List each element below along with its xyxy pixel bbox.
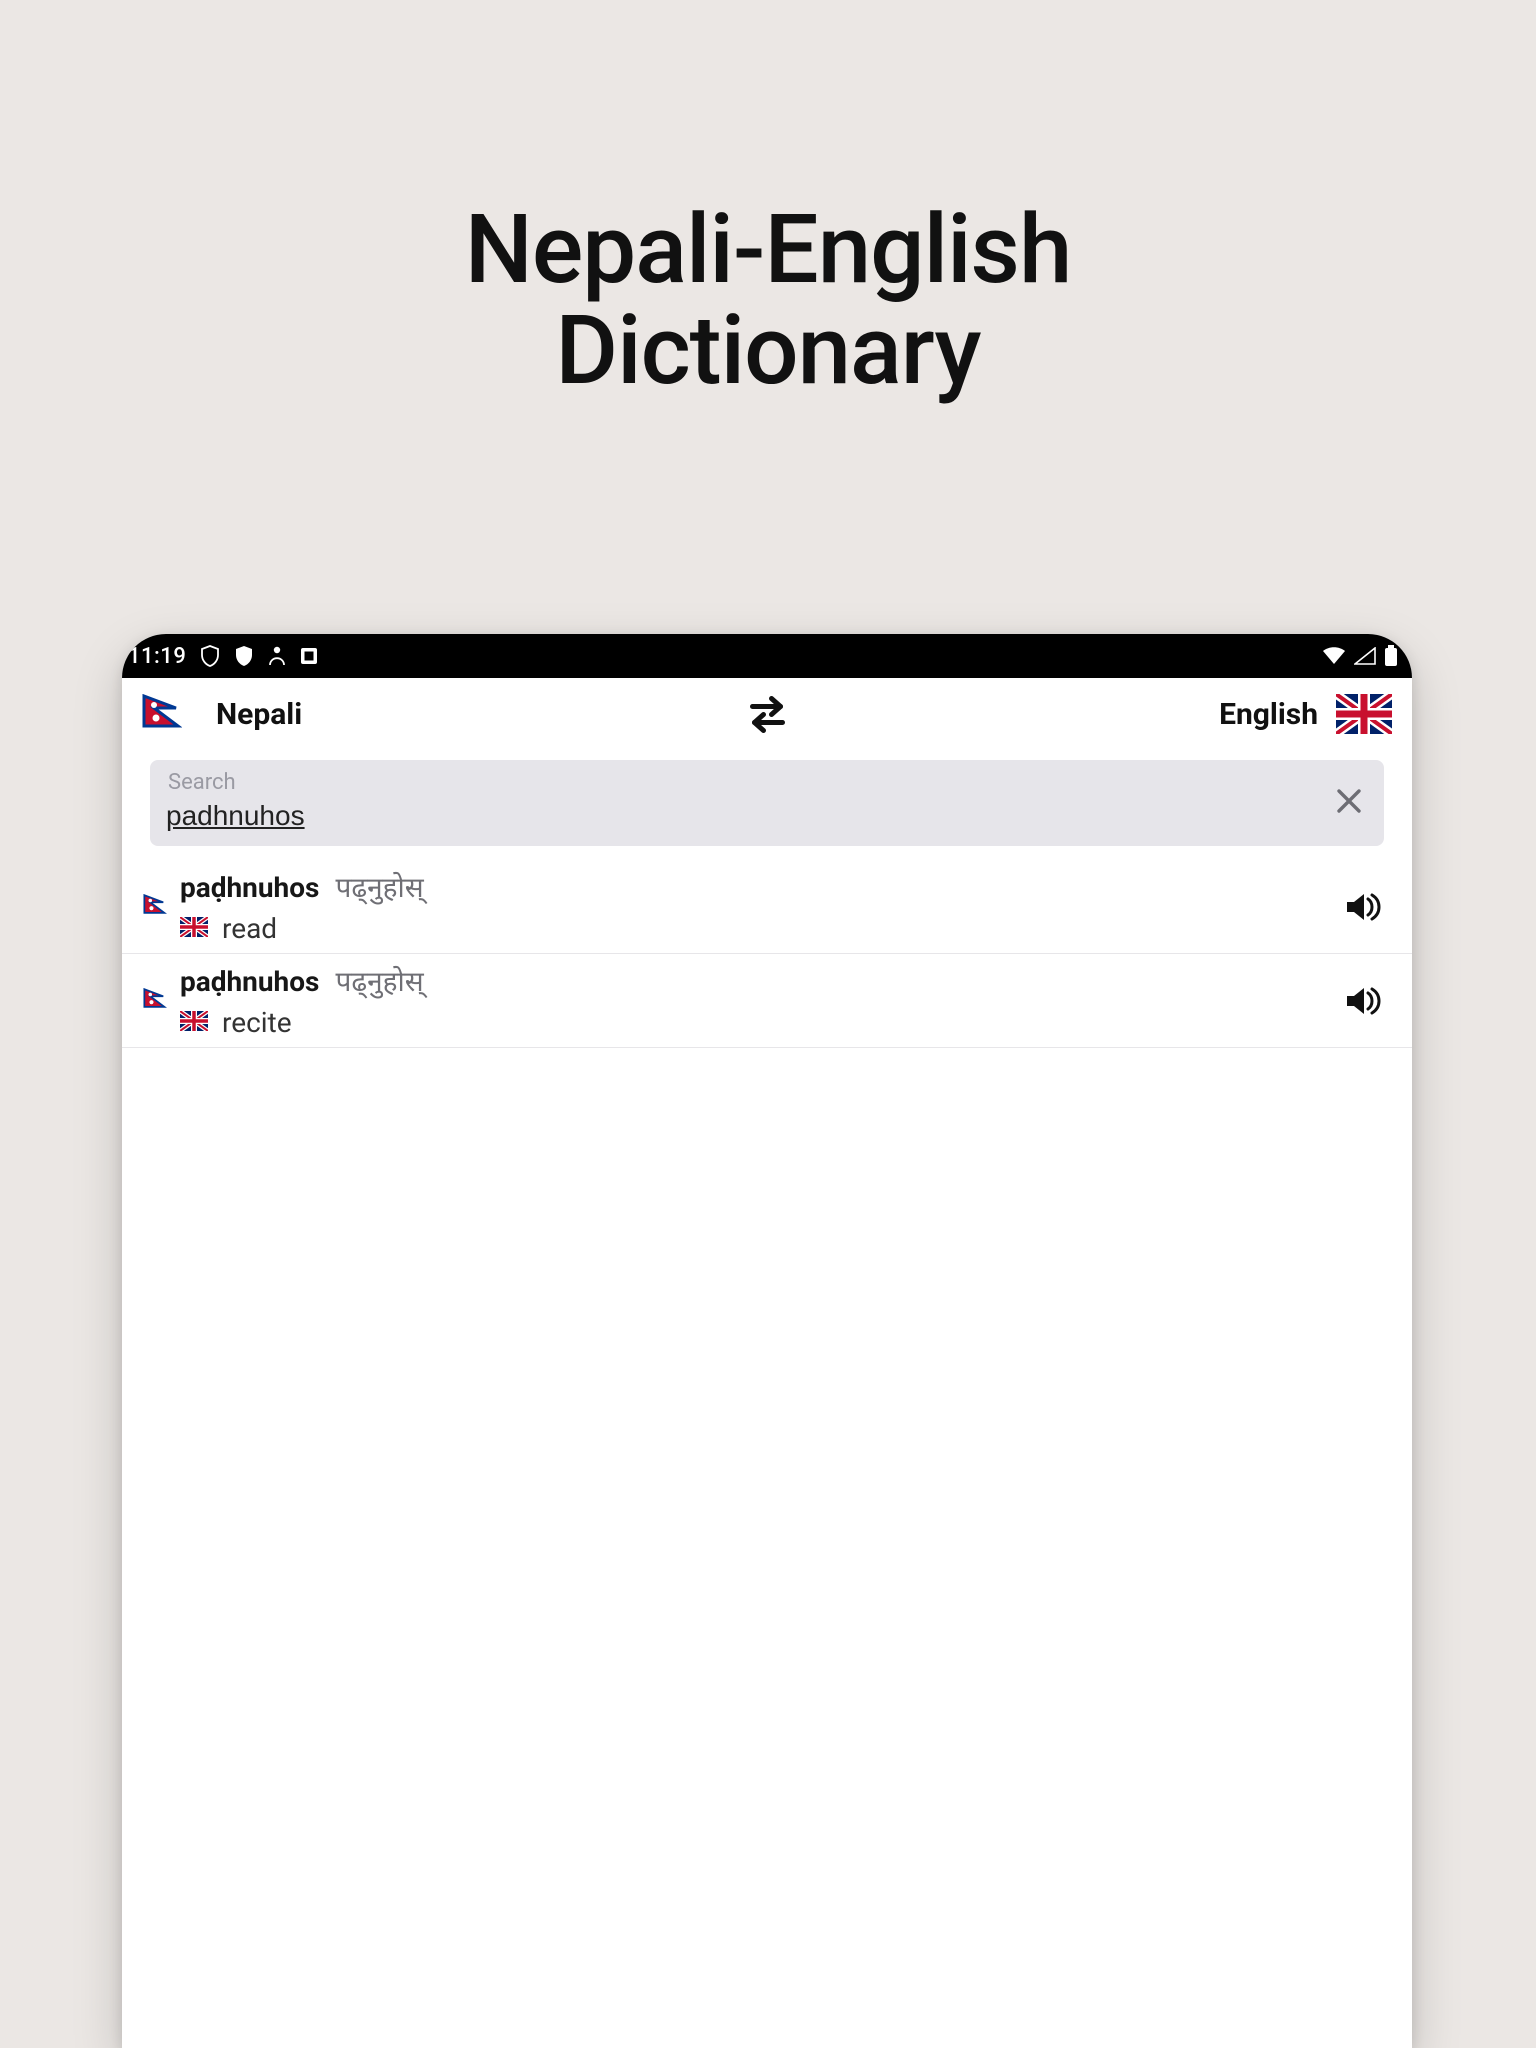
status-person-icon — [268, 645, 286, 667]
result-devanagari: पढ्नुहोस् — [335, 868, 423, 906]
device-frame: 11:19 — [122, 634, 1412, 2048]
result-devanagari: पढ्नुहोस् — [335, 962, 423, 1000]
status-battery-icon — [1384, 645, 1398, 667]
swap-icon — [742, 694, 792, 734]
target-language-label: English — [1219, 697, 1318, 732]
nepal-flag-icon — [142, 894, 168, 920]
page-heading-line1: Nepali-English — [0, 200, 1536, 301]
target-language[interactable]: English — [1219, 694, 1392, 734]
nepal-flag-icon — [142, 694, 198, 734]
uk-flag-icon — [180, 1011, 208, 1035]
nepal-flag-icon — [142, 988, 168, 1014]
speaker-icon — [1341, 887, 1381, 927]
search-label: Search — [168, 770, 236, 795]
page-heading: Nepali-English Dictionary — [0, 0, 1536, 402]
uk-flag-icon — [180, 917, 208, 941]
source-language-label: Nepali — [216, 697, 302, 732]
result-english: recite — [222, 1006, 292, 1039]
status-time: 11:19 — [128, 644, 186, 669]
source-language[interactable]: Nepali — [142, 694, 302, 734]
uk-flag-icon — [1336, 694, 1392, 734]
page-heading-line2: Dictionary — [0, 301, 1536, 402]
search-field[interactable]: Search — [150, 760, 1384, 846]
status-shield-solid-icon — [234, 645, 254, 667]
result-transliteration: paḍhnuhos — [180, 871, 319, 904]
status-wifi-icon — [1322, 646, 1346, 666]
speaker-icon — [1341, 981, 1381, 1021]
search-input[interactable] — [166, 800, 455, 832]
status-square-icon — [300, 647, 318, 665]
result-transliteration: paḍhnuhos — [180, 965, 319, 998]
results-list: paḍhnuhos पढ्नुहोस् read — [122, 846, 1412, 1048]
status-bar: 11:19 — [122, 634, 1412, 678]
clear-search-button[interactable] — [1334, 786, 1364, 820]
swap-languages-button[interactable] — [740, 687, 795, 742]
status-shield-outline-icon — [200, 645, 220, 667]
result-row[interactable]: paḍhnuhos पढ्नुहोस् read — [122, 860, 1412, 954]
result-english: read — [222, 912, 277, 945]
result-row[interactable]: paḍhnuhos पढ्नुहोस् recite — [122, 954, 1412, 1048]
status-signal-icon — [1354, 647, 1376, 665]
language-selector-row: Nepali English — [122, 678, 1412, 750]
speak-button[interactable] — [1338, 884, 1384, 930]
speak-button[interactable] — [1338, 978, 1384, 1024]
close-icon — [1334, 786, 1364, 816]
